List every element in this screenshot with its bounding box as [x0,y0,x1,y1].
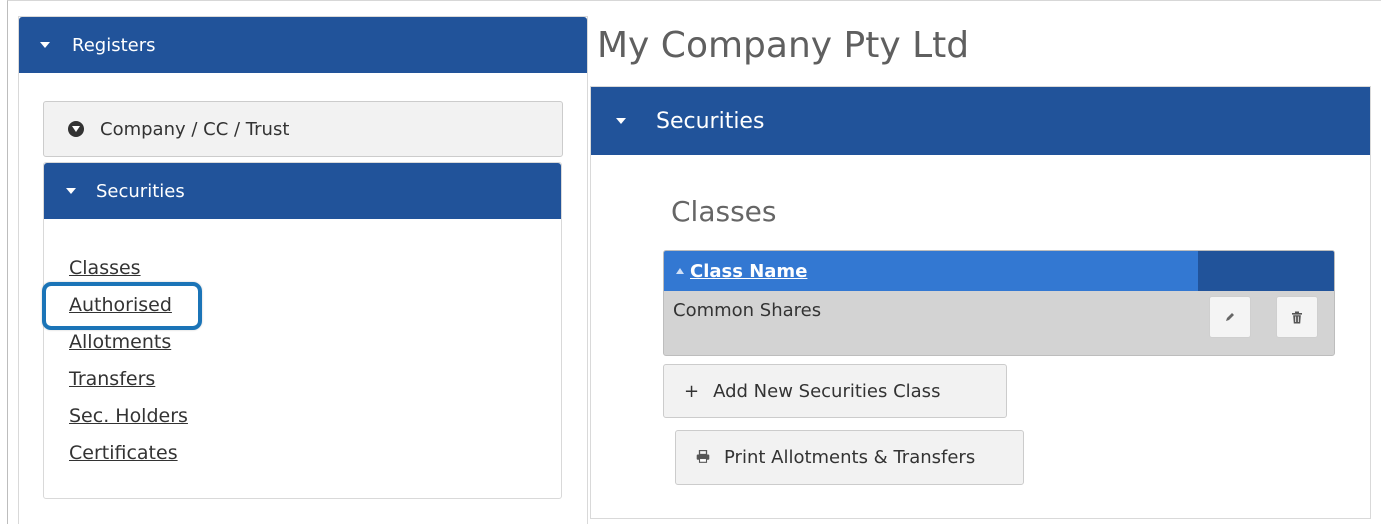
securities-link-list: Classes Authorised Allotments Transfers … [44,219,561,479]
pencil-icon [1226,313,1234,321]
delete-button[interactable] [1276,296,1318,338]
securities-subpanel-label: Securities [96,180,185,202]
grid-header: Class Name [664,251,1334,291]
list-item: Certificates [69,442,561,479]
company-cc-trust-label: Company / CC / Trust [100,118,290,140]
registers-header-label: Registers [72,34,156,56]
securities-main-panel: Securities Classes Class Name Common Sha… [590,86,1371,519]
list-item: Sec. Holders [69,405,561,442]
link-certificates[interactable]: Certificates [69,442,178,464]
list-item: Transfers [69,368,561,405]
edit-button[interactable] [1209,296,1251,338]
securities-main-header[interactable]: Securities [591,87,1370,155]
add-securities-class-label: Add New Securities Class [713,380,941,402]
link-allotments[interactable]: Allotments [69,331,171,353]
link-sec-holders[interactable]: Sec. Holders [69,405,188,427]
securities-subpanel: Securities Classes Authorised Allotments… [43,162,562,499]
registers-header[interactable]: Registers [19,17,587,73]
list-item: Allotments [69,331,561,368]
print-icon [696,447,710,468]
caret-down-icon [40,42,50,48]
column-header-class-name[interactable]: Class Name [690,261,807,282]
trash-icon [1292,311,1302,323]
caret-down-icon [616,118,626,124]
print-allotments-transfers-label: Print Allotments & Transfers [724,447,976,468]
classes-heading: Classes [671,195,777,228]
class-name-cell: Common Shares [673,300,822,321]
securities-main-label: Securities [656,108,765,134]
add-securities-class-button[interactable]: + Add New Securities Class [663,364,1007,418]
page-title: My Company Pty Ltd [597,25,970,66]
classes-grid: Class Name Common Shares [663,250,1335,356]
grid-header-actions [1198,251,1334,291]
securities-subpanel-header[interactable]: Securities [44,163,561,219]
sort-ascending-icon [676,268,684,274]
caret-down-icon [66,188,76,194]
table-row: Common Shares [664,291,1334,346]
company-cc-trust-button[interactable]: Company / CC / Trust [43,101,563,157]
link-transfers[interactable]: Transfers [69,368,155,390]
print-allotments-transfers-button[interactable]: Print Allotments & Transfers [675,430,1024,485]
circle-arrow-down-icon [68,121,84,137]
authorised-highlight-ring [42,282,202,330]
plus-icon: + [684,380,700,402]
link-classes[interactable]: Classes [69,257,141,279]
